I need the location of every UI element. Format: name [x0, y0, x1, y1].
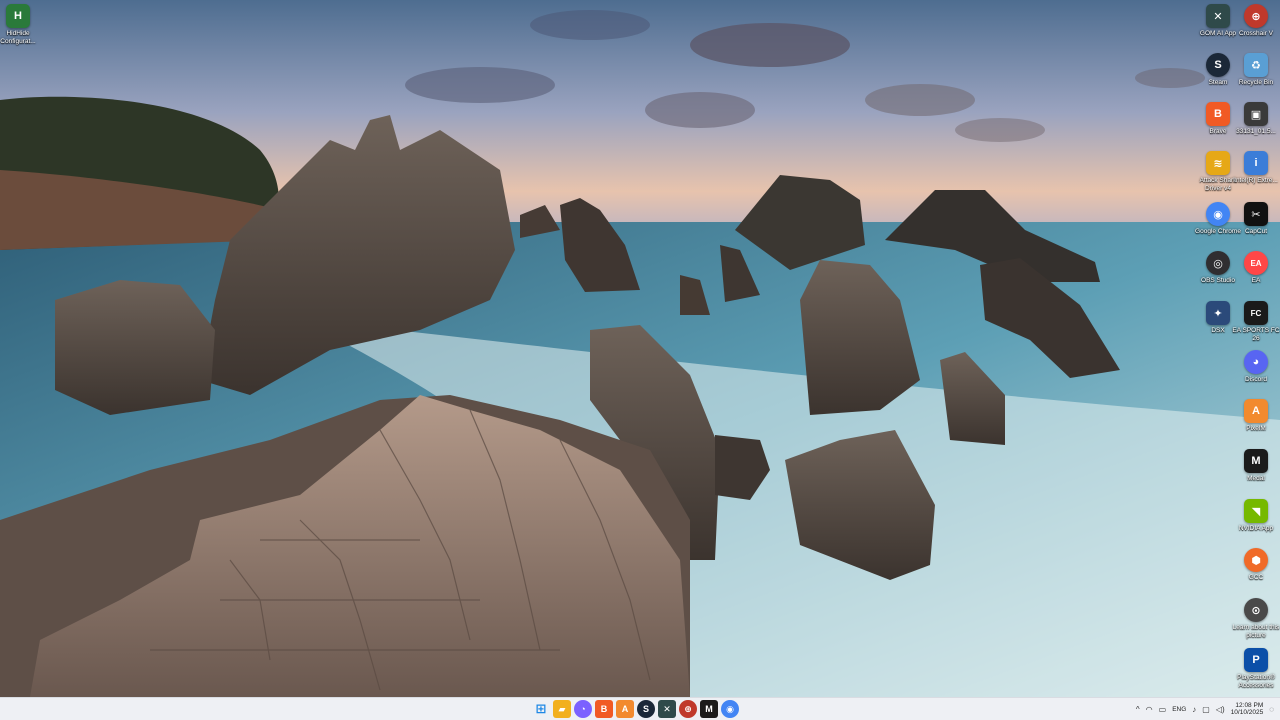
gcc-label: GCC	[1248, 574, 1264, 581]
gcc-glyph: ⬢	[1244, 548, 1268, 572]
pixlr-glyph: A	[1244, 399, 1268, 423]
microphone-icon[interactable]: ♪	[1192, 705, 1196, 714]
medal-label: Medal	[1247, 475, 1265, 482]
notification-bell-icon[interactable]: ◌	[1269, 705, 1274, 714]
nvidia-app-glyph: ◥	[1244, 499, 1268, 523]
ea-label: EA	[1251, 277, 1261, 284]
medal-icon[interactable]: M Medal	[1234, 449, 1278, 483]
image-file-glyph: ▣	[1244, 102, 1268, 126]
nvidia-app-icon[interactable]: ◥ NVIDIA App	[1234, 499, 1278, 533]
recycle-bin-label: Recycle Bin	[1238, 79, 1274, 86]
medal-taskbar-icon[interactable]: M	[700, 700, 718, 718]
hidhide-icon[interactable]: H HidHide Configurat...	[0, 4, 40, 45]
ea-icon[interactable]: EA EA	[1234, 251, 1278, 285]
intel-label: Intel(R) Extre...	[1234, 177, 1278, 184]
ds4-glyph: ✦	[1206, 301, 1230, 325]
taskbar-apps: ⊞ ▰ ◔ B A S ✕ ⊕ M ◉	[532, 700, 739, 718]
crosshair-v-glyph: ⊕	[1244, 4, 1268, 28]
clock-time: 12:08 PM	[1235, 701, 1264, 709]
learn-picture-glyph: ⊙	[1244, 598, 1268, 622]
attack-shark-glyph: ≋	[1206, 151, 1230, 175]
ea-sports-fc-label: EA SPORTS FC 26	[1232, 327, 1280, 342]
battery-icon[interactable]: ▭	[1159, 705, 1167, 714]
medal-glyph: M	[1244, 449, 1268, 473]
obs-studio-glyph: ◎	[1206, 251, 1230, 275]
hidhide-icon-label: HidHide Configurat...	[0, 30, 36, 45]
image-file-label: 33131_01.5...	[1236, 128, 1276, 135]
chrome-taskbar-icon[interactable]: ◉	[721, 700, 739, 718]
start-button[interactable]: ⊞	[532, 700, 550, 718]
system-tray: ^ ◠ ▭ ENG ♪ ▢ ◁) 12:08 PM 10/10/2025 ◌	[1136, 699, 1274, 719]
wallpaper-rocks-scene	[0, 0, 1280, 697]
playstation-accessories-glyph: P	[1244, 648, 1268, 672]
steam-taskbar-icon[interactable]: S	[637, 700, 655, 718]
discord-icon[interactable]: ◕ Discord	[1234, 350, 1278, 384]
volume-icon[interactable]: ◁)	[1216, 705, 1225, 714]
recycle-bin-icon[interactable]: ♻ Recycle Bin	[1234, 53, 1278, 87]
hidhide-icon-glyph: H	[6, 4, 30, 28]
recycle-bin-glyph: ♻	[1244, 53, 1268, 77]
display-icon[interactable]: ▢	[1202, 705, 1210, 714]
crosshair-taskbar-icon[interactable]: ⊕	[679, 700, 697, 718]
nvidia-app-label: NVIDIA App	[1238, 525, 1274, 532]
brave-glyph: B	[1206, 102, 1230, 126]
copilot-icon[interactable]: ◔	[574, 700, 592, 718]
steam-glyph: S	[1206, 53, 1230, 77]
ea-sports-fc-icon[interactable]: FC EA SPORTS FC 26	[1232, 301, 1280, 342]
language-indicator[interactable]: ENG	[1172, 706, 1186, 713]
capcut-label: CapCut	[1244, 228, 1268, 235]
clock-date: 10/10/2025	[1230, 709, 1264, 716]
google-chrome-glyph: ◉	[1206, 202, 1230, 226]
capcut-glyph: ✂	[1244, 202, 1268, 226]
learn-picture-label: Learn about this picture	[1232, 624, 1280, 639]
pixlr-label: PixelM	[1246, 425, 1266, 432]
clock[interactable]: 12:08 PM 10/10/2025	[1231, 702, 1264, 717]
gom-ai-app-glyph: ✕	[1206, 4, 1230, 28]
pixlr-icon[interactable]: A PixelM	[1234, 399, 1278, 433]
tray-overflow-chevron-icon[interactable]: ^	[1136, 705, 1140, 714]
discord-label: Discord	[1244, 376, 1268, 383]
image-file-icon[interactable]: ▣ 33131_01.5...	[1234, 102, 1278, 136]
intel-glyph: i	[1244, 151, 1268, 175]
pixelm-taskbar-icon[interactable]: A	[616, 700, 634, 718]
learn-picture-icon[interactable]: ⊙ Learn about this picture	[1232, 598, 1280, 639]
network-icon[interactable]: ◠	[1146, 705, 1153, 714]
file-explorer-icon[interactable]: ▰	[553, 700, 571, 718]
playstation-accessories-icon[interactable]: P PlayStation® Accessories	[1234, 648, 1278, 689]
discord-glyph: ◕	[1244, 350, 1268, 374]
gom-taskbar-icon[interactable]: ✕	[658, 700, 676, 718]
brave-taskbar-icon[interactable]: B	[595, 700, 613, 718]
playstation-accessories-label: PlayStation® Accessories	[1237, 674, 1275, 689]
crosshair-v-label: Crosshair V	[1239, 30, 1273, 37]
gcc-icon[interactable]: ⬢ GCC	[1234, 548, 1278, 582]
taskbar: ⊞ ▰ ◔ B A S ✕ ⊕ M ◉ ^ ◠ ▭ ENG ♪ ▢ ◁) 12:…	[0, 697, 1280, 720]
ea-sports-fc-glyph: FC	[1244, 301, 1268, 325]
capcut-icon[interactable]: ✂ CapCut	[1234, 202, 1278, 236]
desktop-wallpaper	[0, 0, 1280, 697]
ea-glyph: EA	[1244, 251, 1268, 275]
crosshair-v-icon[interactable]: ⊕ Crosshair V	[1234, 4, 1278, 38]
intel-icon[interactable]: i Intel(R) Extre...	[1234, 151, 1278, 185]
